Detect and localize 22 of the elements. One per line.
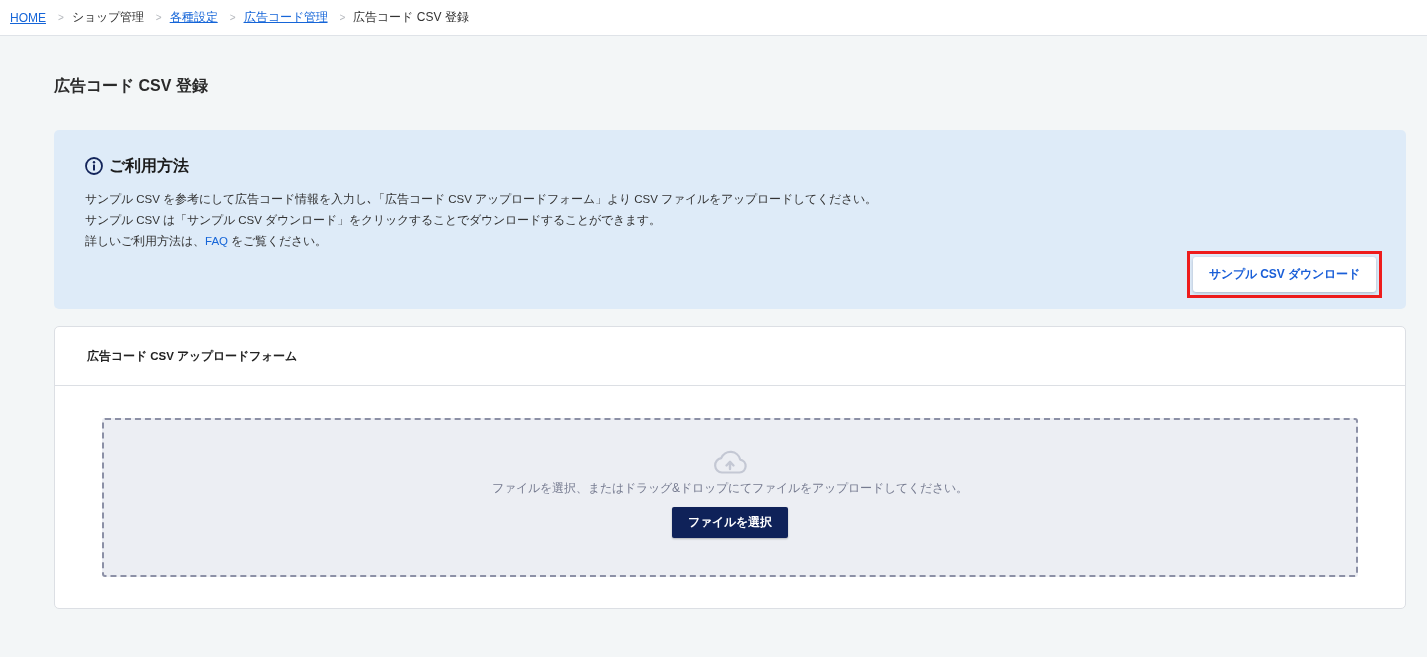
cloud-upload-icon [712, 450, 748, 474]
breadcrumb-link[interactable]: HOME [10, 10, 46, 25]
info-icon [85, 157, 103, 175]
instruction-text: サンプル CSV を参考にして広告コード情報を入力し､「広告コード CSV アップロードフォーム」より CSV ファイルをアップロードしてください。 [85, 192, 878, 207]
drop-zone[interactable]: ファイルを選択、またはドラッグ&ドロップにてファイルをアップロードしてください。 ファイルを選択 [102, 418, 1358, 577]
drop-hint-text: ファイルを選択、またはドラッグ&ドロップにてファイルをアップロードしてください。 [492, 481, 968, 496]
sample-download-button[interactable]: サンプル CSV ダウンロード [1193, 257, 1376, 292]
card-title: 広告コード CSV アップロードフォーム [87, 348, 298, 364]
info-heading: ご利用方法 [109, 156, 189, 176]
breadcrumb-link[interactable]: 広告コード管理 [243, 9, 328, 26]
breadcrumb-separator: > [155, 12, 162, 23]
breadcrumb-link[interactable]: 各種設定 [169, 9, 218, 26]
page-title: 広告コード CSV 登録 [54, 76, 208, 96]
breadcrumb-separator: > [58, 12, 64, 23]
choose-file-button[interactable]: ファイルを選択 [672, 507, 788, 538]
breadcrumb-separator: > [339, 12, 346, 23]
breadcrumb-separator: > [229, 12, 236, 23]
breadcrumb-text: 広告コード CSV 登録 [353, 9, 469, 26]
instruction-text: サンプル CSV は「サンプル CSV ダウンロード」をクリックすることでダウンロードすることができます。 [85, 213, 662, 228]
faq-link[interactable]: FAQ [205, 235, 228, 247]
breadcrumb-text: ショップ管理 [71, 9, 144, 26]
instruction-text: 詳しいご利用方法は、FAQ をご覧ください。 [85, 234, 328, 249]
